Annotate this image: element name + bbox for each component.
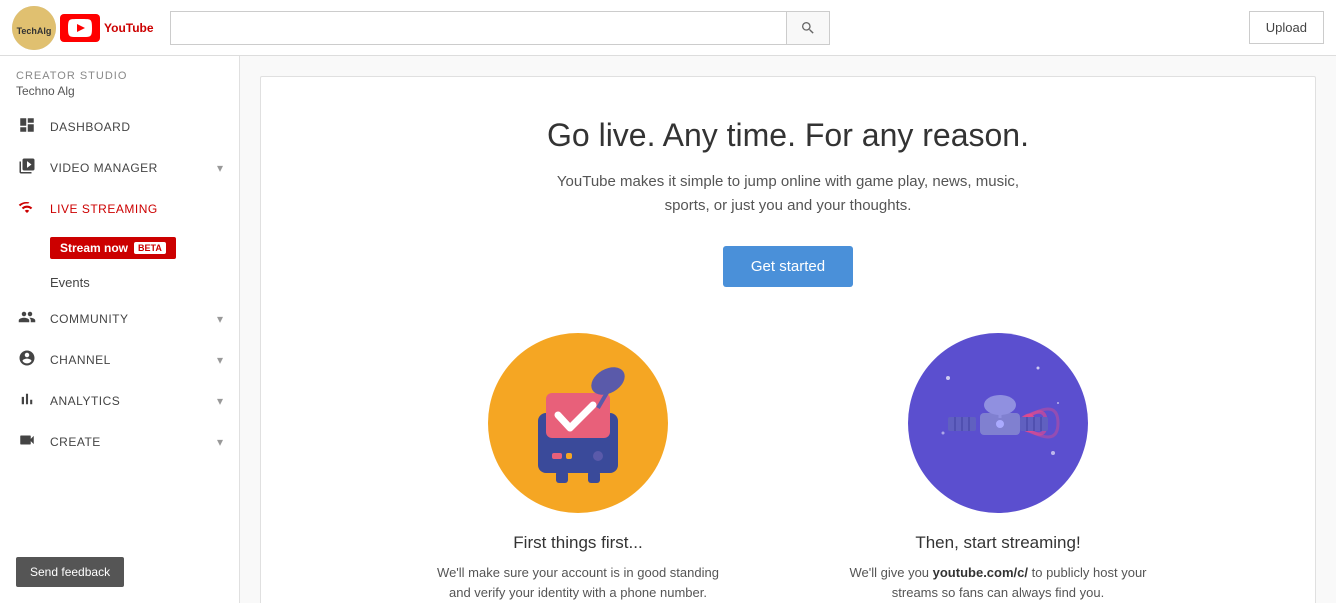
channel-name-label: Techno Alg (16, 84, 223, 98)
sidebar-item-label-live-streaming: LIVE STREAMING (50, 202, 223, 216)
sidebar: CREATOR STUDIO Techno Alg DASHBOARD VIDE… (0, 56, 240, 603)
chevron-down-icon: ▾ (217, 161, 223, 175)
chevron-down-icon-4: ▾ (217, 394, 223, 408)
beta-badge: BETA (134, 242, 166, 254)
svg-text:TechAlg: TechAlg (17, 26, 52, 36)
get-started-button[interactable]: Get started (723, 246, 853, 287)
feature-streaming: Then, start streaming! We'll give you yo… (848, 333, 1148, 602)
search-bar (170, 11, 830, 45)
sidebar-item-events[interactable]: Events (0, 267, 239, 298)
create-icon (16, 431, 38, 452)
feature2-desc: We'll give you youtube.com/c/ to publicl… (848, 563, 1148, 602)
stream-now-button[interactable]: Stream now BETA (50, 237, 176, 259)
sidebar-item-analytics[interactable]: ANALYTICS ▾ (0, 380, 239, 421)
creator-studio-label: CREATOR STUDIO (16, 70, 223, 82)
yt-wordmark: YouTube (104, 21, 154, 35)
sidebar-nav: DASHBOARD VIDEO MANAGER ▾ LIVE STREAMING (0, 106, 239, 545)
youtube-logo (60, 14, 100, 42)
sidebar-item-live-streaming[interactable]: LIVE STREAMING (0, 188, 239, 229)
feature1-desc: We'll make sure your account is in good … (428, 563, 728, 602)
upload-button[interactable]: Upload (1249, 11, 1324, 44)
feature1-graphic (488, 333, 668, 513)
sidebar-item-dashboard[interactable]: DASHBOARD (0, 106, 239, 147)
chevron-down-icon-2: ▾ (217, 312, 223, 326)
search-button[interactable] (786, 11, 830, 45)
sidebar-item-video-manager[interactable]: VIDEO MANAGER ▾ (0, 147, 239, 188)
features-row: First things first... We'll make sure yo… (281, 333, 1295, 602)
promo-subtitle: YouTube makes it simple to jump online w… (548, 170, 1028, 218)
chevron-down-icon-3: ▾ (217, 353, 223, 367)
topbar: TechAlg YouTube Upload (0, 0, 1336, 56)
stream-now-label: Stream now (60, 241, 128, 255)
feature2-title: Then, start streaming! (848, 533, 1148, 553)
sidebar-item-label-analytics: ANALYTICS (50, 394, 217, 408)
analytics-icon (16, 390, 38, 411)
search-icon (800, 20, 816, 36)
feature1-title: First things first... (428, 533, 728, 553)
search-input[interactable] (170, 11, 786, 45)
channel-icon (16, 349, 38, 370)
feature-first-things: First things first... We'll make sure yo… (428, 333, 728, 602)
promo-title: Go live. Any time. For any reason. (281, 117, 1295, 154)
sidebar-item-create[interactable]: CREATE ▾ (0, 421, 239, 462)
community-icon (16, 308, 38, 329)
video-manager-icon (16, 157, 38, 178)
feature2-url: youtube.com/c/ (933, 565, 1028, 580)
chevron-down-icon-5: ▾ (217, 435, 223, 449)
stream-now-item[interactable]: Stream now BETA (0, 229, 239, 267)
sidebar-item-label-create: CREATE (50, 435, 217, 449)
sidebar-item-label-channel: CHANNEL (50, 353, 217, 367)
feature2-graphic (908, 333, 1088, 513)
sidebar-item-community[interactable]: COMMUNITY ▾ (0, 298, 239, 339)
send-feedback-button[interactable]: Send feedback (16, 557, 124, 587)
sidebar-item-channel[interactable]: CHANNEL ▾ (0, 339, 239, 380)
layout: CREATOR STUDIO Techno Alg DASHBOARD VIDE… (0, 56, 1336, 603)
feature2-desc-before: We'll give you (849, 565, 932, 580)
live-streaming-icon (16, 198, 38, 219)
channel-avatar: TechAlg (12, 6, 56, 50)
promo-card: Go live. Any time. For any reason. YouTu… (260, 76, 1316, 603)
sidebar-item-label-community: COMMUNITY (50, 312, 217, 326)
logo-area: TechAlg YouTube (12, 6, 154, 50)
sidebar-item-label-video-manager: VIDEO MANAGER (50, 161, 217, 175)
dashboard-icon (16, 116, 38, 137)
sidebar-item-label-dashboard: DASHBOARD (50, 120, 223, 134)
send-feedback-area: Send feedback (16, 557, 223, 587)
sidebar-brand: CREATOR STUDIO Techno Alg (0, 56, 239, 106)
main-content: Go live. Any time. For any reason. YouTu… (240, 56, 1336, 603)
